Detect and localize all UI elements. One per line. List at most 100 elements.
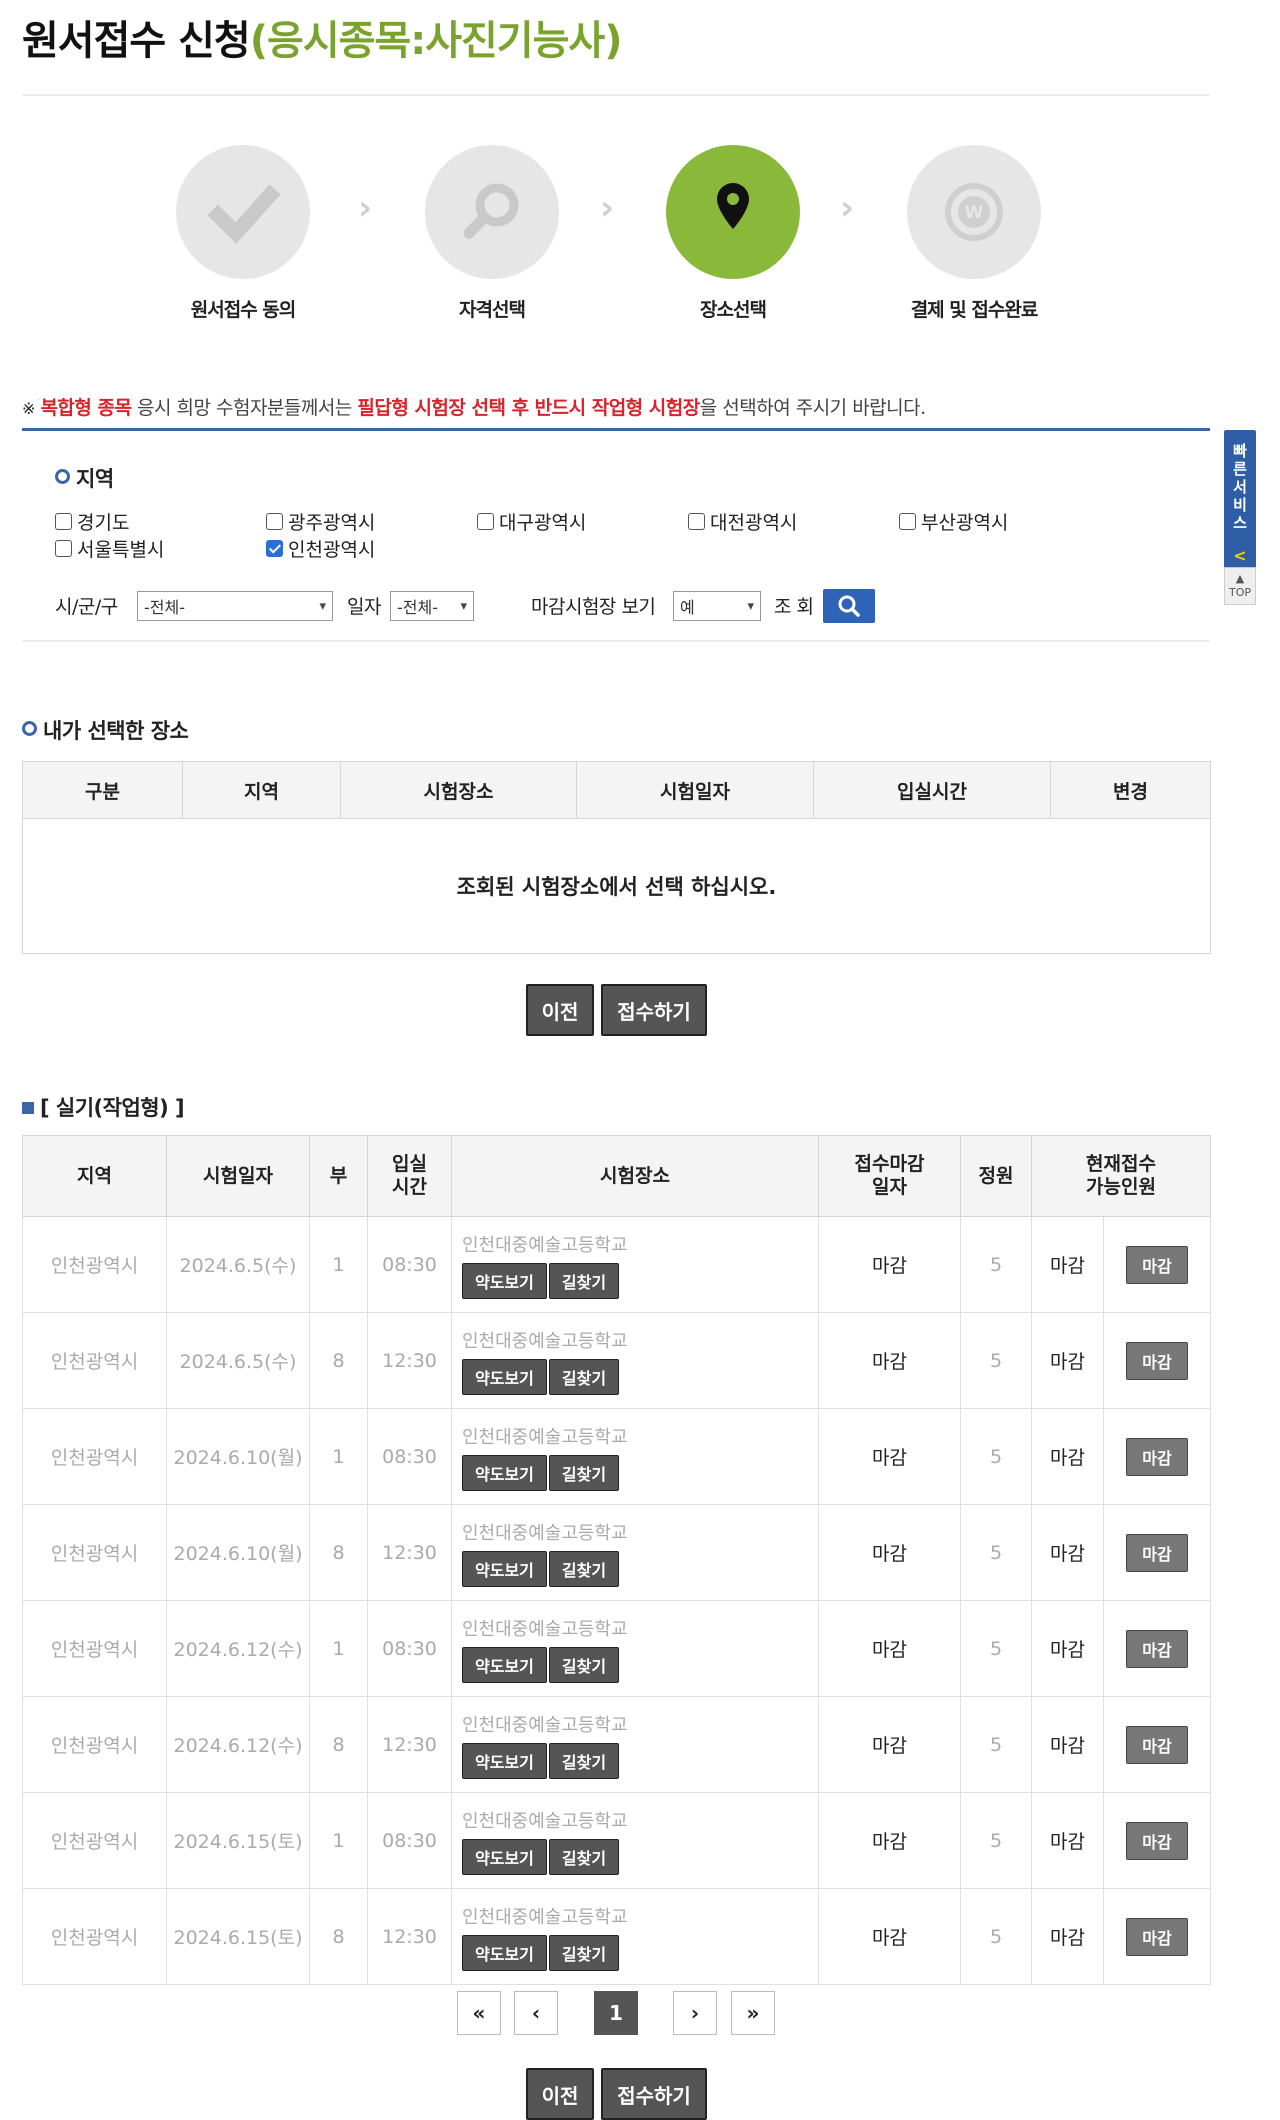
directions-button[interactable]: 길찾기 <box>548 1454 620 1491</box>
closed-button[interactable]: 마감 <box>1126 1533 1188 1572</box>
region-checkbox-daegu[interactable]: 대구광역시 <box>477 508 586 535</box>
column-header: 구분 <box>22 761 183 819</box>
place-name: 인천대중예술고등학교 <box>462 1330 628 1352</box>
directions-button[interactable]: 길찾기 <box>548 1646 620 1683</box>
map-button[interactable]: 약도보기 <box>462 1934 547 1971</box>
map-button[interactable]: 약도보기 <box>462 1550 547 1587</box>
directions-button[interactable]: 길찾기 <box>548 1742 620 1779</box>
quick-service-char: 빠 <box>1233 442 1247 460</box>
column-header: 시험일자 <box>576 761 814 819</box>
checkbox-label: 광주광역시 <box>288 512 376 534</box>
map-button[interactable]: 약도보기 <box>462 1262 547 1299</box>
notice-body: 을 선택하여 주시기 바랍니다. <box>699 397 926 419</box>
closed-venue-select[interactable]: 예 ▾ <box>673 591 761 621</box>
bullet-icon <box>22 721 37 736</box>
checkbox-icon[interactable] <box>688 513 705 530</box>
search-button[interactable] <box>823 589 875 623</box>
map-button[interactable]: 약도보기 <box>462 1742 547 1779</box>
table-row: 인천광역시 2024.6.12(수) 1 08:30 인천대중예술고등학교 약도보기 길찾기… <box>22 1600 1212 1697</box>
part-cell: 1 <box>309 1408 368 1505</box>
region-checkbox-incheon[interactable]: 인천광역시 <box>266 535 375 562</box>
time-cell: 08:30 <box>367 1600 452 1697</box>
directions-button[interactable]: 길찾기 <box>548 1934 620 1971</box>
closed-button[interactable]: 마감 <box>1126 1629 1188 1668</box>
notice-body: 응시 희망 수험자분들께서는 <box>131 397 358 419</box>
checkbox-label: 대구광역시 <box>499 512 587 534</box>
directions-button[interactable]: 길찾기 <box>548 1838 620 1875</box>
action-cell: 마감 <box>1102 1600 1212 1697</box>
column-header: 현재접수 가능인원 <box>1030 1135 1212 1217</box>
column-header-line: 일자 <box>872 1176 907 1198</box>
region-cell: 인천광역시 <box>22 1216 167 1313</box>
selected-heading: 내가 선택한 장소 <box>22 715 189 745</box>
place-cell: 인천대중예술고등학교 약도보기 길찾기 <box>451 1696 819 1793</box>
directions-button[interactable]: 길찾기 <box>548 1262 620 1299</box>
deadline-cell: 마감 <box>818 1792 961 1889</box>
top-label: TOP <box>1228 586 1251 599</box>
table-row: 인천광역시 2024.6.15(토) 8 12:30 인천대중예술고등학교 약도보기 길찾기… <box>22 1888 1212 1985</box>
page-number-current[interactable]: 1 <box>594 1991 638 2035</box>
date-cell: 2024.6.10(월) <box>166 1504 310 1601</box>
table-row: 인천광역시 2024.6.5(수) 1 08:30 인천대중예술고등학교 약도보기 길찾기 마… <box>22 1216 1212 1313</box>
closed-button[interactable]: 마감 <box>1126 1437 1188 1476</box>
map-button[interactable]: 약도보기 <box>462 1646 547 1683</box>
status-cell: 마감 <box>1031 1504 1104 1601</box>
checkbox-label: 서울특별시 <box>77 539 165 561</box>
checkbox-icon[interactable] <box>55 540 72 557</box>
directions-button[interactable]: 길찾기 <box>548 1550 620 1587</box>
closed-button[interactable]: 마감 <box>1126 1821 1188 1860</box>
practical-heading-text: [ 실기(작업형) ] <box>40 1096 185 1120</box>
place-name: 인천대중예술고등학교 <box>462 1426 628 1448</box>
submit-button-bottom[interactable]: 접수하기 <box>601 2068 707 2120</box>
region-checkbox-busan[interactable]: 부산광역시 <box>899 508 1008 535</box>
filter-divider <box>22 640 1210 642</box>
closed-button[interactable]: 마감 <box>1126 1725 1188 1764</box>
submit-button[interactable]: 접수하기 <box>601 984 707 1036</box>
date-select[interactable]: -전체- ▾ <box>390 591 474 621</box>
top-button[interactable]: ▲ TOP <box>1224 567 1256 605</box>
part-cell: 1 <box>309 1792 368 1889</box>
closed-button[interactable]: 마감 <box>1126 1245 1188 1284</box>
last-page-button[interactable]: » <box>731 1991 775 2035</box>
title-divider <box>22 94 1210 96</box>
column-header: 입실시간 <box>813 761 1051 819</box>
status-cell: 마감 <box>1031 1696 1104 1793</box>
step-circle: W <box>907 145 1041 279</box>
region-checkbox-daejeon[interactable]: 대전광역시 <box>688 508 797 535</box>
map-button[interactable]: 약도보기 <box>462 1838 547 1875</box>
city-select[interactable]: -전체- ▾ <box>137 591 333 621</box>
collapse-arrow-icon[interactable]: < <box>1224 545 1256 567</box>
prev-page-button[interactable]: ‹ <box>514 1991 558 2035</box>
prev-button[interactable]: 이전 <box>526 984 594 1036</box>
checkbox-label: 인천광역시 <box>288 539 376 561</box>
quick-service-tab[interactable]: 빠른서비스 <box>1224 430 1256 545</box>
map-button[interactable]: 약도보기 <box>462 1454 547 1491</box>
region-checkbox-seoul[interactable]: 서울특별시 <box>55 535 164 562</box>
region-checkbox-gyeonggi[interactable]: 경기도 <box>55 508 129 535</box>
region-checkbox-gwangju[interactable]: 광주광역시 <box>266 508 375 535</box>
table-row: 인천광역시 2024.6.12(수) 8 12:30 인천대중예술고등학교 약도보기 길찾기… <box>22 1696 1212 1793</box>
checkbox-checked-icon[interactable] <box>266 540 283 557</box>
place-cell: 인천대중예술고등학교 약도보기 길찾기 <box>451 1504 819 1601</box>
checkbox-label: 대전광역시 <box>710 512 798 534</box>
closed-button[interactable]: 마감 <box>1126 1917 1188 1956</box>
map-button[interactable]: 약도보기 <box>462 1358 547 1395</box>
prev-button-bottom[interactable]: 이전 <box>526 2068 594 2120</box>
closed-button[interactable]: 마감 <box>1126 1341 1188 1380</box>
city-label: 시/군/구 <box>55 596 118 618</box>
checkbox-icon[interactable] <box>477 513 494 530</box>
first-page-button[interactable]: « <box>457 1991 501 2035</box>
date-cell: 2024.6.10(월) <box>166 1408 310 1505</box>
directions-button[interactable]: 길찾기 <box>548 1358 620 1395</box>
capacity-cell: 5 <box>960 1600 1032 1697</box>
checkbox-icon[interactable] <box>266 513 283 530</box>
chevron-right-icon: › <box>840 188 855 228</box>
checkbox-icon[interactable] <box>899 513 916 530</box>
quick-service-char: 스 <box>1233 514 1247 532</box>
table-row: 인천광역시 2024.6.15(토) 1 08:30 인천대중예술고등학교 약도보기 길찾기… <box>22 1792 1212 1889</box>
page-title-subject: (응시종목:사진기능사) <box>249 18 623 64</box>
enter-arrow-icon <box>22 1102 34 1114</box>
status-cell: 마감 <box>1031 1312 1104 1409</box>
next-page-button[interactable]: › <box>673 1991 717 2035</box>
checkbox-icon[interactable] <box>55 513 72 530</box>
